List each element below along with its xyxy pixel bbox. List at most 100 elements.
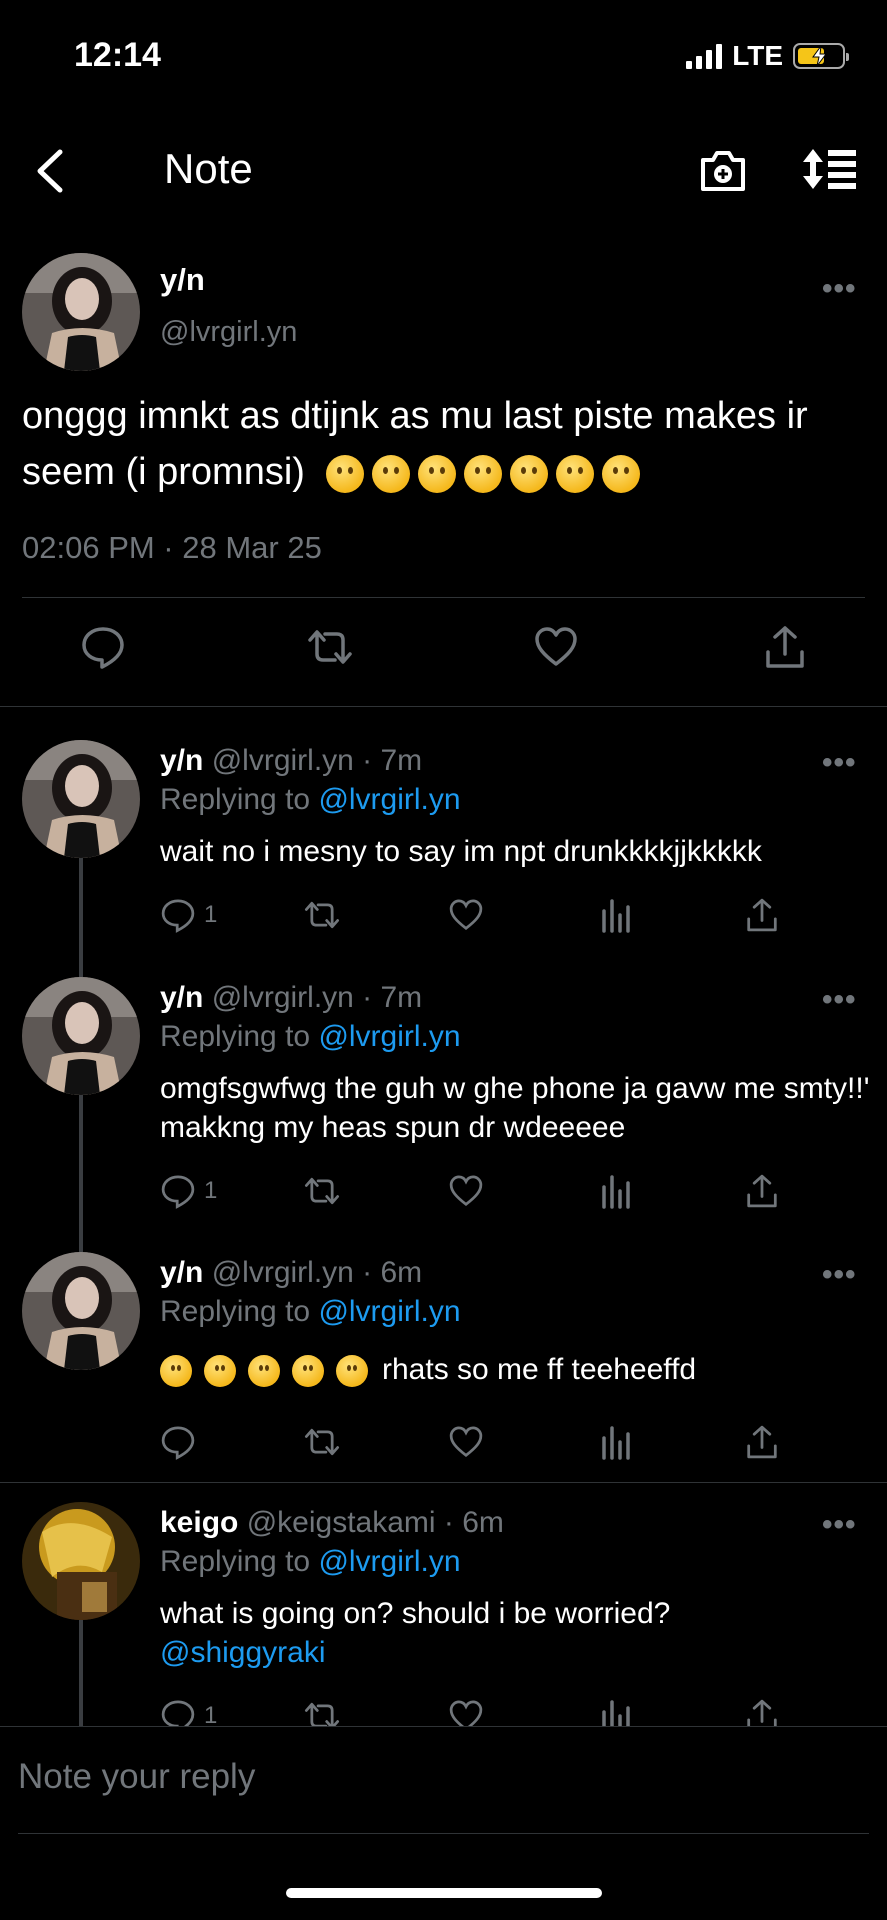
emoji-icon: [248, 1355, 280, 1388]
views-button[interactable]: [600, 1173, 632, 1209]
reply-body: what is going on? should i be worried?: [160, 1597, 671, 1630]
avatar[interactable]: [22, 1252, 140, 1370]
avatar[interactable]: [22, 977, 140, 1095]
more-options-button[interactable]: •••: [822, 1258, 857, 1292]
reply-input[interactable]: [18, 1757, 848, 1797]
sort-icon: [803, 149, 856, 189]
reply-header: keigo @keigstakami · 6m: [160, 1506, 504, 1540]
more-options-button[interactable]: •••: [822, 746, 857, 780]
reply-header: y/n @lvrgirl.yn · 7m: [160, 981, 422, 1015]
divider: [0, 706, 887, 707]
emoji-icon: [160, 1355, 192, 1388]
share-button[interactable]: [744, 897, 780, 933]
note-text: onggg imnkt as dtijnk as mu last piste m…: [22, 388, 872, 500]
chevron-left-icon: [37, 149, 63, 193]
like-button[interactable]: [448, 1698, 484, 1726]
reply-text: rhats so me ff teeheeffd: [160, 1350, 870, 1389]
repost-button[interactable]: [302, 1424, 342, 1460]
share-button[interactable]: [762, 624, 808, 675]
comment-icon: [161, 899, 195, 933]
author-name[interactable]: y/n: [160, 981, 203, 1014]
share-button[interactable]: [744, 1698, 780, 1726]
divider: [0, 1482, 887, 1483]
share-icon: [747, 1174, 777, 1208]
reply-item[interactable]: keigo @keigstakami · 6m ••• Replying to …: [0, 1502, 887, 1726]
emoji-icon: [555, 454, 594, 493]
repost-button[interactable]: [305, 624, 355, 675]
share-icon: [766, 626, 804, 668]
views-button[interactable]: [600, 1698, 632, 1726]
author-name[interactable]: y/n: [160, 744, 203, 777]
views-button[interactable]: [600, 897, 632, 933]
reply-button[interactable]: 1: [160, 1173, 217, 1209]
reply-button[interactable]: 1: [160, 897, 217, 933]
analytics-icon: [602, 899, 630, 933]
back-button[interactable]: [30, 148, 70, 199]
mention-link[interactable]: @lvrgirl.yn: [318, 783, 460, 816]
repost-button[interactable]: [302, 897, 342, 933]
home-indicator[interactable]: [286, 1888, 602, 1898]
more-options-button[interactable]: •••: [822, 272, 857, 306]
reply-action-bar: [160, 1424, 800, 1464]
reply-item[interactable]: y/n @lvrgirl.yn · 6m ••• Replying to @lv…: [0, 1252, 887, 1482]
note-action-bar: [0, 624, 887, 680]
heart-icon: [535, 627, 577, 666]
author-name[interactable]: y/n: [160, 262, 205, 298]
reply-count: 1: [204, 1177, 218, 1204]
replying-to: Replying to @lvrgirl.yn: [160, 1295, 461, 1329]
repost-button[interactable]: [302, 1173, 342, 1209]
author-meta: @keigstakami · 6m: [246, 1506, 504, 1539]
comment-icon: [161, 1426, 195, 1460]
emoji-icon: [509, 454, 548, 493]
repost-button[interactable]: [302, 1698, 342, 1726]
reply-count: 1: [204, 1702, 218, 1726]
author-meta: @lvrgirl.yn · 7m: [211, 981, 423, 1014]
replying-label: Replying to: [160, 1295, 311, 1328]
repost-icon: [304, 1177, 340, 1205]
reply-action-bar: 1: [160, 897, 800, 937]
mention-link[interactable]: @shiggyraki: [160, 1633, 870, 1672]
avatar[interactable]: [22, 740, 140, 858]
reply-button[interactable]: 1: [160, 1698, 217, 1726]
repost-icon: [304, 1702, 340, 1726]
reply-button[interactable]: [160, 1424, 204, 1460]
avatar[interactable]: [22, 1502, 140, 1620]
reply-button[interactable]: [80, 624, 126, 675]
emoji-icon: [417, 454, 456, 493]
like-button[interactable]: [448, 897, 484, 933]
replying-label: Replying to: [160, 1545, 311, 1578]
reply-text: omgfsgwfwg the guh w ghe phone ja gavw m…: [160, 1072, 870, 1144]
analytics-icon: [602, 1700, 630, 1726]
replying-label: Replying to: [160, 1020, 311, 1053]
analytics-icon: [602, 1175, 630, 1209]
mention-link[interactable]: @lvrgirl.yn: [318, 1020, 460, 1053]
note-timestamp: 02:06 PM · 28 Mar 25: [22, 530, 322, 565]
more-options-button[interactable]: •••: [822, 983, 857, 1017]
emoji-icon: [325, 454, 364, 493]
analytics-icon: [602, 1426, 630, 1460]
camera-button[interactable]: [698, 148, 748, 199]
mention-link[interactable]: @lvrgirl.yn: [318, 1545, 460, 1578]
like-button[interactable]: [533, 624, 579, 675]
repost-icon: [304, 901, 340, 929]
views-button[interactable]: [600, 1424, 632, 1460]
comment-icon: [82, 627, 124, 669]
mention-link[interactable]: @lvrgirl.yn: [318, 1295, 460, 1328]
emoji-icon: [463, 454, 502, 493]
repost-icon: [304, 1428, 340, 1456]
sort-button[interactable]: [800, 146, 860, 199]
like-button[interactable]: [448, 1173, 484, 1209]
share-button[interactable]: [744, 1424, 780, 1460]
author-handle[interactable]: @lvrgirl.yn: [160, 316, 297, 349]
page-title: Note: [164, 145, 253, 192]
share-button[interactable]: [744, 1173, 780, 1209]
avatar[interactable]: [22, 253, 140, 371]
heart-icon: [449, 1700, 483, 1726]
more-options-button[interactable]: •••: [822, 1508, 857, 1542]
like-button[interactable]: [448, 1424, 484, 1460]
reply-item[interactable]: y/n @lvrgirl.yn · 7m ••• Replying to @lv…: [0, 977, 887, 1252]
reply-item[interactable]: y/n @lvrgirl.yn · 7m ••• Replying to @lv…: [0, 740, 887, 977]
author-name[interactable]: keigo: [160, 1506, 238, 1539]
reply-composer: [0, 1726, 887, 1836]
author-name[interactable]: y/n: [160, 1256, 203, 1289]
